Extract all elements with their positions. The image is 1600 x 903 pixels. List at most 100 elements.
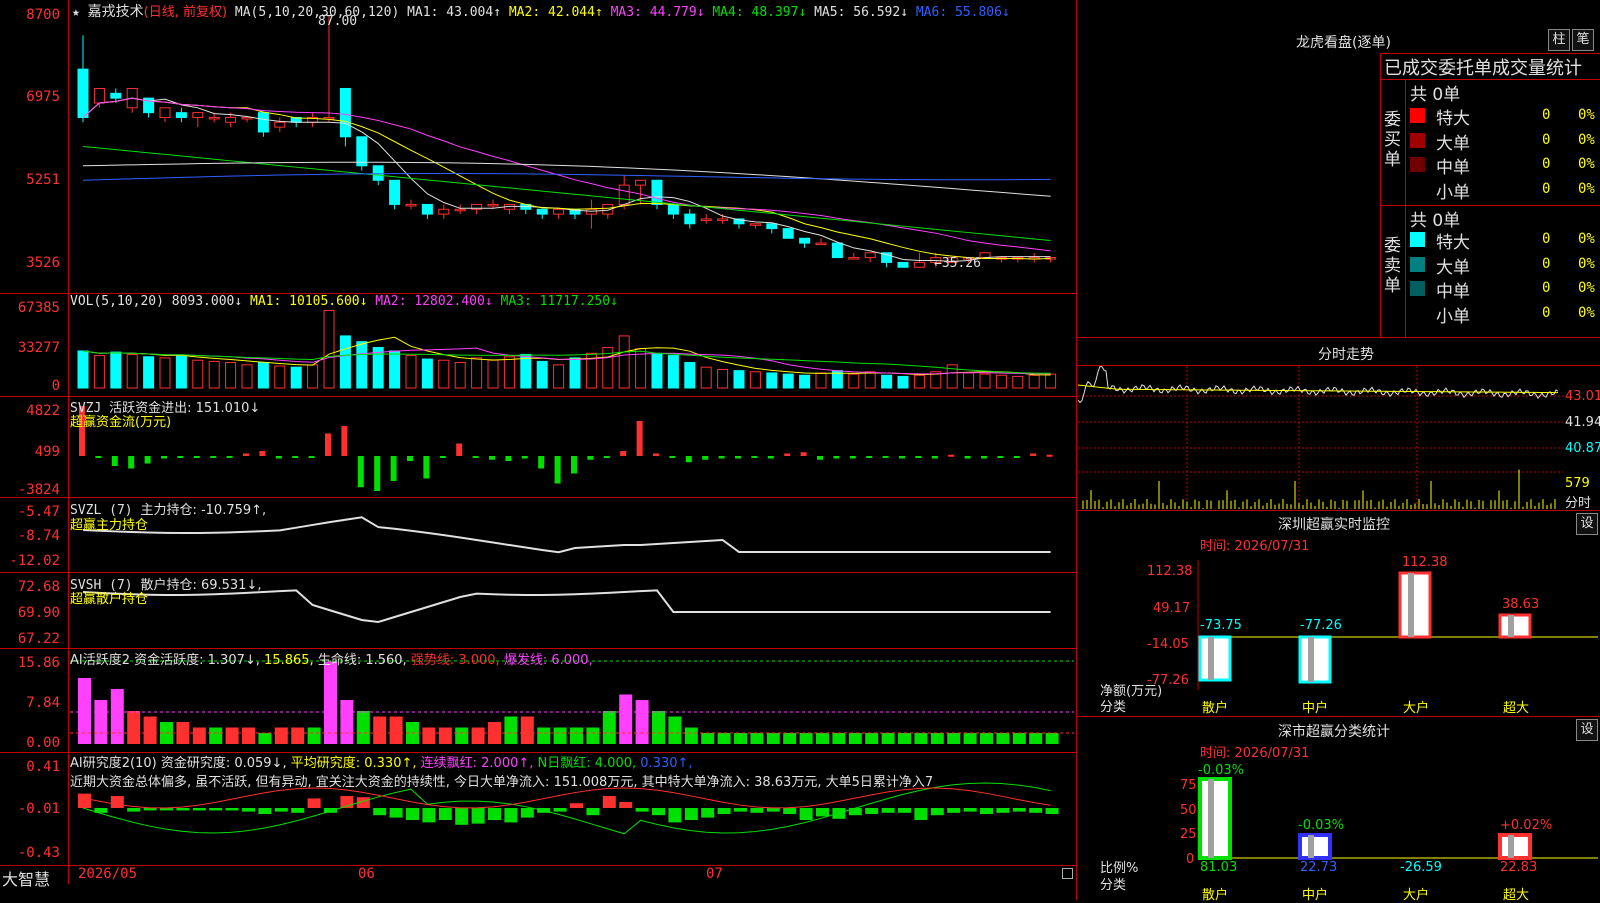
volume-bar	[1028, 374, 1040, 389]
cls-bar	[1298, 833, 1332, 860]
order-count: 0	[1542, 180, 1551, 197]
volume-bar	[257, 362, 269, 389]
divider	[1077, 365, 1600, 366]
volume-bar	[503, 356, 515, 389]
volume-bar	[307, 364, 319, 389]
ai1-v5: 爆发线: 6.000,	[503, 653, 593, 668]
activity-bar	[881, 733, 895, 744]
candle-body	[175, 112, 187, 118]
high-price-marker: 87.00	[318, 14, 358, 29]
volume-bar	[175, 355, 187, 389]
activity-bar	[225, 727, 239, 744]
volume-bar	[208, 360, 220, 389]
ai2-axis: 0.41 -0.01 -0.43	[0, 753, 64, 865]
activity-bar	[865, 733, 879, 744]
tick-mode-button[interactable]: 笔	[1572, 29, 1594, 51]
order-type: 特大	[1436, 233, 1470, 253]
bar-mode-button[interactable]: 柱	[1548, 29, 1570, 51]
volume-bar	[274, 365, 286, 389]
vol-tick: 0	[51, 378, 60, 394]
svsh-line	[82, 589, 1051, 624]
svzl-value: 主力持仓: -10.759↑,	[140, 503, 267, 518]
fundflow-bar	[931, 456, 938, 459]
activity-bar	[537, 727, 551, 744]
lh-title: 龙虎看盘(逐单)	[1296, 35, 1391, 51]
volume-bar	[651, 352, 663, 389]
svsh-value: 散户持仓: 69.531↓,	[140, 578, 262, 593]
fundflow-bar	[505, 456, 512, 461]
order-pct: 0%	[1578, 156, 1595, 172]
ma3-value: MA3: 44.779↓	[610, 5, 705, 20]
research-bar	[570, 803, 583, 808]
activity-bar	[914, 733, 928, 744]
ai1-v3: 生命线: 1.560,	[317, 653, 407, 668]
activity-bar	[356, 711, 370, 744]
fundflow-bar	[1030, 453, 1037, 456]
cls-x-label: 分类	[1100, 878, 1127, 893]
research-bar	[717, 808, 731, 814]
vol-ma3: MA3: 11717.250↓	[500, 294, 618, 309]
activity-bar	[619, 694, 633, 744]
fundflow-bar	[161, 456, 167, 459]
lock-icon[interactable]	[1062, 868, 1073, 879]
research-bar	[799, 808, 813, 820]
fundflow-bar	[751, 456, 758, 458]
fundflow-bar	[128, 456, 135, 469]
activity-bar	[766, 733, 780, 744]
research-bar	[176, 808, 190, 811]
sz-settings-button[interactable]: 设	[1576, 513, 1598, 535]
brand-logo[interactable]: 大智慧	[2, 866, 50, 890]
divider	[1405, 79, 1406, 337]
order-swatch	[1410, 281, 1425, 296]
sz-bar-shade	[1508, 615, 1514, 637]
research-bar	[192, 808, 206, 811]
ma6-value: MA6: 55.806↓	[915, 5, 1010, 20]
fundflow-bar	[292, 456, 299, 458]
volume-bar	[963, 372, 975, 389]
low-price-marker: ←35.26	[934, 256, 981, 271]
order-pct: 0%	[1578, 255, 1595, 272]
research-bar	[898, 808, 911, 813]
sz-value: -73.75	[1200, 618, 1242, 633]
ai2-legend: AI研究度2(10) 资金研究度: 0.059↓, 平均研究度: 0.330↑,…	[70, 752, 693, 771]
vol-tick: 33277	[17, 340, 60, 356]
order-swatch	[1410, 256, 1425, 272]
candle-body	[848, 257, 860, 260]
candle-body	[536, 208, 548, 215]
ai1-label: AI活跃度2	[70, 653, 130, 668]
buy-side-label: 委买单	[1384, 110, 1401, 170]
price-tick: 8700	[26, 7, 60, 23]
ma4-line	[82, 145, 1051, 242]
price-tick: 3526	[26, 255, 60, 271]
order-type: 大单	[1436, 133, 1470, 154]
research-bar	[947, 808, 961, 813]
research-bar	[1029, 808, 1043, 813]
cls-axis-tick: 0	[1186, 852, 1195, 867]
activity-bar	[471, 727, 485, 744]
candle-body	[667, 203, 679, 215]
research-bar	[291, 808, 305, 813]
candle-body	[831, 242, 843, 259]
svzl-tick: -12.02	[9, 553, 60, 569]
volume-bar	[848, 373, 860, 389]
research-bar	[455, 808, 469, 825]
vol-value: 8093.000↓	[171, 294, 243, 309]
cls-bar-shade	[1308, 835, 1314, 858]
cls-settings-button[interactable]: 设	[1576, 719, 1598, 741]
activity-bar	[94, 700, 108, 744]
ai2-v4: N日飘红: 4.000,	[537, 756, 637, 771]
star-icon[interactable]: ★	[72, 5, 80, 20]
activity-bar	[947, 733, 961, 744]
activity-bar	[209, 727, 223, 744]
fundflow-bar	[538, 456, 545, 469]
activity-bar	[652, 711, 665, 744]
fundflow-bar	[144, 456, 151, 464]
activity-bar	[750, 733, 764, 744]
research-bar	[635, 808, 649, 812]
volume-bar	[717, 368, 729, 389]
ai1-tick: 15.86	[17, 655, 60, 671]
date-label: 06	[358, 866, 375, 882]
candle-body	[618, 184, 630, 205]
sz-value: -77.26	[1300, 618, 1342, 633]
vol-tick: 67385	[17, 300, 60, 316]
